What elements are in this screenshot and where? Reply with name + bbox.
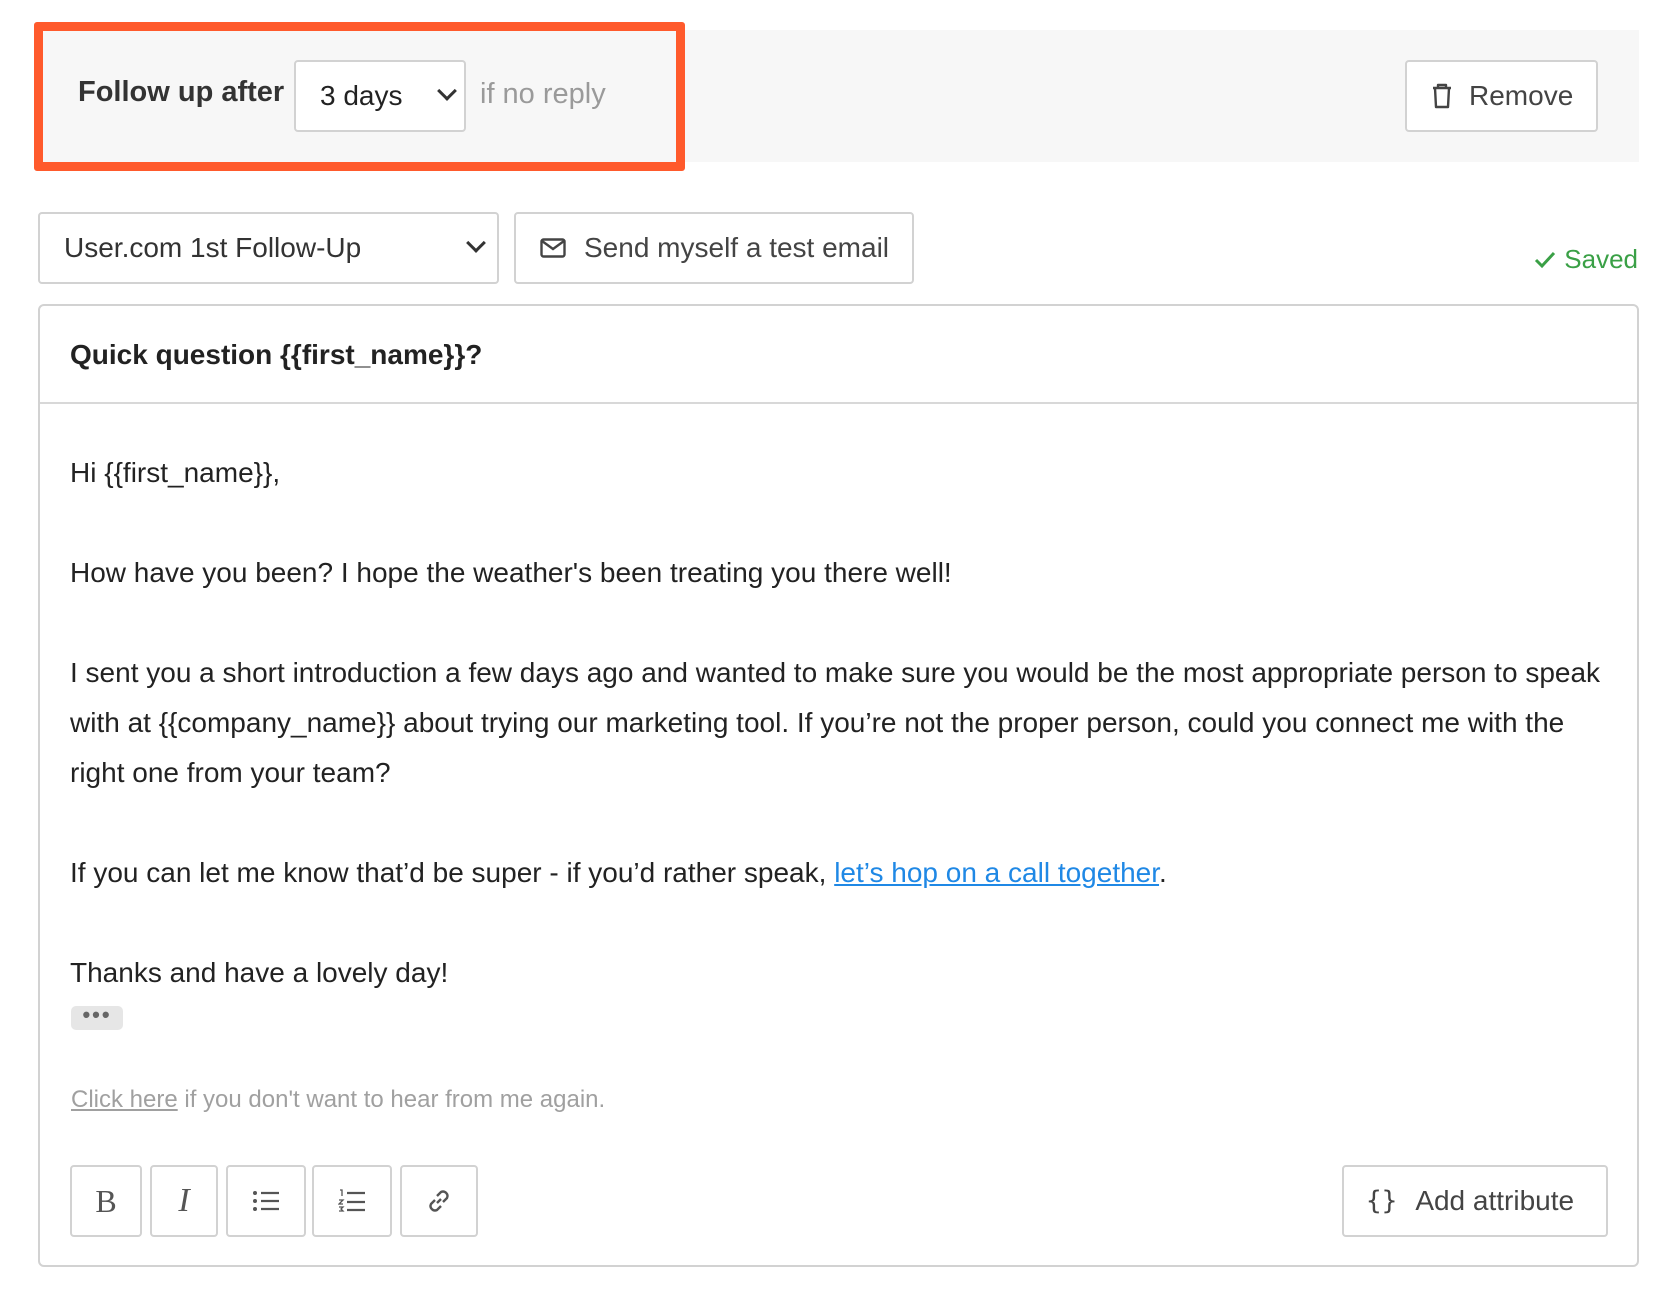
- email-paragraph: I sent you a short introduction a few da…: [70, 657, 1601, 788]
- bold-button[interactable]: B: [70, 1165, 142, 1237]
- unsubscribe-footer: Click here if you don't want to hear fro…: [71, 1086, 605, 1114]
- email-paragraph-text: If you can let me know that’d be super -…: [70, 857, 835, 888]
- bullet-list-button[interactable]: [226, 1165, 306, 1237]
- remove-button-label: Remove: [1469, 80, 1574, 111]
- add-attribute-button[interactable]: {} Add attribute: [1342, 1165, 1608, 1237]
- email-subject-field[interactable]: Quick question {{first_name}}?: [40, 306, 1637, 404]
- email-body[interactable]: Hi {{first_name}}, How have you been? I …: [70, 448, 1601, 998]
- email-sign-off: Thanks and have a lovely day!: [70, 957, 449, 988]
- numbered-list-button[interactable]: [312, 1165, 392, 1237]
- unsubscribe-text: if you don't want to hear from me again.: [177, 1086, 606, 1113]
- send-test-email-label: Send myself a test email: [584, 232, 890, 263]
- followup-condition: if no reply: [480, 78, 606, 110]
- delay-select[interactable]: 3 days: [294, 60, 466, 132]
- send-test-email-button[interactable]: Send myself a test email: [514, 212, 914, 284]
- email-editor: Quick question {{first_name}}? Hi {{firs…: [38, 304, 1639, 1267]
- email-paragraph-text: .: [1159, 857, 1167, 888]
- chevron-down-icon: [437, 81, 457, 101]
- italic-button[interactable]: I: [150, 1165, 218, 1237]
- saved-status: Saved: [1534, 244, 1638, 275]
- followup-label: Follow up after: [78, 76, 285, 108]
- call-link[interactable]: let’s hop on a call together: [834, 857, 1159, 888]
- unsubscribe-link[interactable]: Click here: [71, 1086, 178, 1113]
- envelope-icon: [540, 238, 566, 258]
- bullet-list-icon: [253, 1191, 279, 1211]
- template-select[interactable]: User.com 1st Follow-Up: [38, 212, 499, 284]
- trash-icon: [1433, 83, 1451, 109]
- bold-icon: B: [95, 1182, 117, 1219]
- email-greeting: Hi {{first_name}},: [70, 457, 281, 488]
- link-icon: [429, 1190, 449, 1212]
- italic-icon: I: [178, 1182, 190, 1219]
- email-paragraph: If you can let me know that’d be super -…: [70, 848, 1601, 898]
- template-select-value: User.com 1st Follow-Up: [64, 232, 362, 263]
- add-attribute-label: Add attribute: [1415, 1185, 1575, 1216]
- checkmark-icon: [1535, 251, 1556, 268]
- braces-icon: {}: [1366, 1186, 1398, 1216]
- delay-select-value: 3 days: [320, 80, 403, 111]
- saved-status-label: Saved: [1564, 244, 1638, 274]
- chevron-down-icon: [466, 233, 486, 253]
- remove-button[interactable]: Remove: [1405, 60, 1598, 132]
- email-paragraph: How have you been? I hope the weather's …: [70, 557, 952, 588]
- insert-link-button[interactable]: [400, 1165, 478, 1237]
- show-trimmed-content-button[interactable]: •••: [71, 1004, 123, 1030]
- numbered-list-icon: [338, 1189, 365, 1212]
